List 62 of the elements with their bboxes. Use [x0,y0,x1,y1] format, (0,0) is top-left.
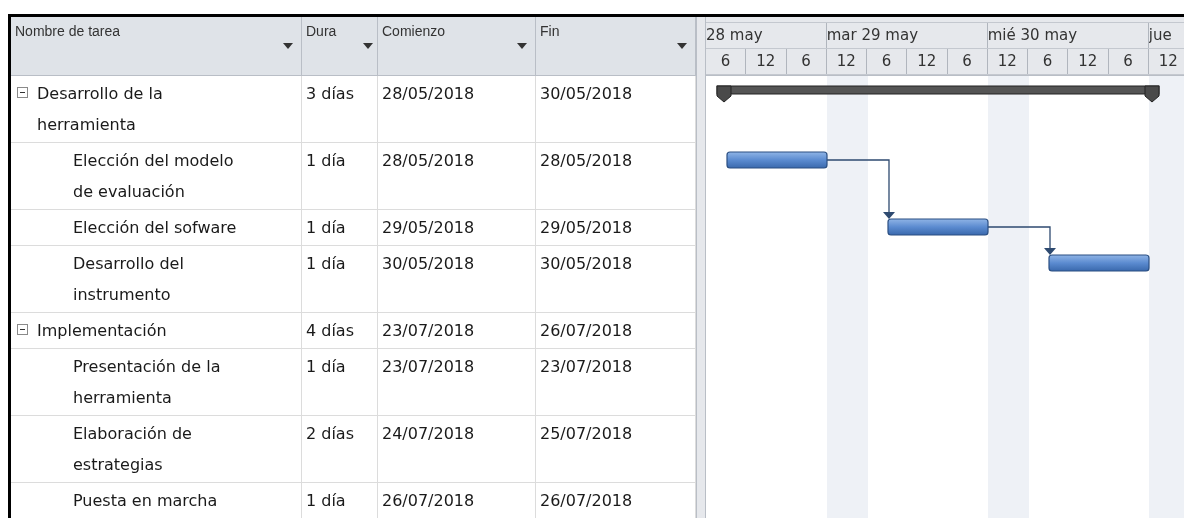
task-bar[interactable] [1048,254,1150,272]
task-duration: 1 día [306,151,346,170]
task-duration: 3 días [306,84,354,103]
column-header[interactable]: Nombre de tarea [11,17,302,76]
start-date: 24/07/2018 [382,424,475,443]
timescale-day: mié 30 may [987,23,1149,48]
finish-date: 28/05/2018 [540,151,633,170]
timescale-hour: 6 [867,49,908,74]
task-name: Desarrollo del instrumento [73,253,185,306]
timescale-hour: 12 [987,49,1028,74]
task-name: Elección del sofware [73,217,237,239]
task-bar[interactable] [726,151,828,169]
task-duration: 1 día [306,491,346,510]
finish-date: 25/07/2018 [540,424,633,443]
task-bar[interactable] [887,218,989,236]
finish-date: 29/05/2018 [540,218,633,237]
collapse-icon[interactable] [17,324,28,335]
timescale-day: mar 29 may [826,23,988,48]
column-header[interactable]: Comienzo [378,17,536,76]
task-duration: 2 días [306,424,354,443]
start-date: 26/07/2018 [382,491,475,510]
timescale-hour: 12 [746,49,787,74]
task-duration: 1 día [306,254,346,273]
dropdown-icon[interactable] [283,43,293,49]
dependency-arrow [987,226,1056,255]
start-date: 29/05/2018 [382,218,475,237]
timescale-hour: 6 [947,49,988,74]
collapse-icon[interactable] [17,87,28,98]
timescale-hour: 6 [706,49,747,74]
start-date: 30/05/2018 [382,254,475,273]
start-date: 28/05/2018 [382,84,475,103]
task-name: Desarrollo de la herramienta [37,83,164,136]
task-name: Presentación de la herramienta [73,356,222,409]
timescale-hour: 6 [786,49,827,74]
column-header[interactable]: Dura [302,17,378,76]
dropdown-icon[interactable] [677,43,687,49]
timescale-hour: 6 [1108,49,1149,74]
timescale-hour: 12 [1148,49,1184,74]
start-date: 28/05/2018 [382,151,475,170]
task-duration: 1 día [306,218,346,237]
task-name: Elaboración de estrategias [73,423,193,476]
timescale-hour: 12 [907,49,948,74]
finish-date: 26/07/2018 [540,491,633,510]
timescale-day: 28 may [706,23,827,48]
dropdown-icon[interactable] [517,43,527,49]
timescale-hour: 12 [826,49,867,74]
finish-date: 30/05/2018 [540,254,633,273]
task-duration: 4 días [306,321,354,340]
finish-date: 30/05/2018 [540,84,633,103]
dependency-arrow [826,159,895,219]
timescale-hour: 12 [1068,49,1109,74]
task-name: Elección del modelo de evaluación [73,150,235,203]
timescale-day: jue [1148,23,1184,48]
start-date: 23/07/2018 [382,357,475,376]
timescale-hour: 6 [1028,49,1069,74]
finish-date: 23/07/2018 [540,357,633,376]
column-header[interactable]: Fin [536,17,696,76]
start-date: 23/07/2018 [382,321,475,340]
task-name: Puesta en marcha [73,490,218,512]
finish-date: 26/07/2018 [540,321,633,340]
task-name: Implementación [37,320,167,342]
task-duration: 1 día [306,357,346,376]
